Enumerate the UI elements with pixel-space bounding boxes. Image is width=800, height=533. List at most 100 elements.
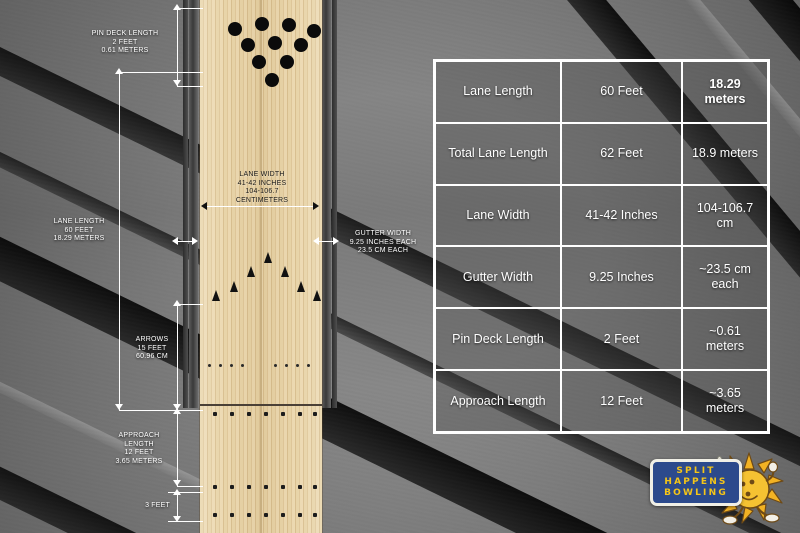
lane-arrow-5 (281, 266, 289, 277)
approach-dot (274, 364, 277, 367)
pin-deck-tick-top (177, 8, 203, 9)
table-cell-imperial: 60 Feet (562, 62, 683, 122)
table-cell-label: Gutter Width (436, 247, 562, 308)
approach-dot-row3 (213, 513, 217, 517)
approach-dot-row2 (281, 485, 285, 489)
gutter-right-arrowhead-right (333, 237, 339, 245)
approach-dot (208, 364, 211, 367)
lane-specifications-table: Lane Length 60 Feet 18.29 meters Total L… (433, 59, 770, 434)
arrows-tick-top (177, 304, 203, 305)
lane-length-dimension-line (119, 72, 120, 410)
three-feet-label: 3 FEET (145, 502, 170, 509)
lane-length-label: LANE LENGTH 60 FEET 18.29 METERS (53, 218, 105, 242)
table-cell-metric: ~0.61 meters (705, 324, 745, 354)
approach-arrowhead-top (173, 408, 181, 414)
foul-dot (247, 412, 251, 416)
table-row: Approach Length 12 Feet ~3.65 meters (436, 371, 767, 431)
pin-3 (280, 55, 294, 69)
pin-6 (294, 38, 308, 52)
approach-dot (307, 364, 310, 367)
approach-dot-row3 (281, 513, 285, 517)
approach-dot (241, 364, 244, 367)
foul-dot (213, 412, 217, 416)
logo-line-3: BOWLING (664, 488, 728, 498)
logo-line-1: SPLIT (676, 466, 716, 476)
split-happens-bowling-logo[interactable]: SPLIT HAPPENS BOWLING (650, 447, 790, 527)
table-cell-metric: ~23.5 cm each (699, 262, 751, 292)
gutter-left-arrowhead-right (192, 237, 198, 245)
pin-4 (241, 38, 255, 52)
lane-arrow-3 (247, 266, 255, 277)
table-cell-metric: 18.9 meters (691, 146, 758, 161)
lane-arrow-7 (313, 290, 321, 301)
approach-dot-row3 (230, 513, 234, 517)
table-cell-metric: 104-106.7 cm (696, 200, 754, 230)
pin-10 (307, 24, 321, 38)
pin-5 (268, 36, 282, 50)
table-cell-label: Pin Deck Length (436, 309, 562, 370)
three-feet-tick-bottom (168, 521, 203, 522)
logo-line-2: HAPPENS (664, 477, 728, 487)
pin-9 (282, 18, 296, 32)
lane-length-tick-bottom (119, 410, 203, 411)
approach-dot-row2 (264, 485, 268, 489)
approach-dot (219, 364, 222, 367)
arrows-arrowhead-top (173, 300, 181, 306)
table-cell-label: Total Lane Length (436, 123, 562, 184)
pin-1-headpin (265, 73, 279, 87)
lane-width-label: LANE WIDTH 41-42 INCHES 104-106.7 CENTIM… (235, 171, 289, 204)
lane-arrow-4 (264, 252, 272, 263)
gutter-right-arrowhead-left (313, 237, 319, 245)
approach-dot-row3 (313, 513, 317, 517)
lane-length-tick-top (119, 72, 203, 73)
pin-7 (228, 22, 242, 36)
foul-dot (230, 412, 234, 416)
pin-deck-arrowhead-top (173, 4, 181, 10)
approach-dot-row3 (264, 513, 268, 517)
approach-dot-row3 (247, 513, 251, 517)
pin-deck-dimension-line (177, 8, 178, 86)
gutter-rail-right (332, 0, 337, 408)
foul-dot (298, 412, 302, 416)
table-cell-metric: ~3.65 meters (705, 386, 745, 416)
table-row: Total Lane Length 62 Feet 18.9 meters (436, 123, 767, 186)
foul-dot (313, 412, 317, 416)
approach-length-label: APPROACH LENGTH 12 FEET 3.65 METERS (115, 432, 163, 465)
approach-dot (296, 364, 299, 367)
gutter-left (189, 0, 198, 408)
pin-deck-tick-bottom (177, 86, 203, 87)
table-row: Gutter Width 9.25 Inches ~23.5 cm each (436, 247, 767, 310)
foul-line (200, 404, 322, 406)
logo-text-plate: SPLIT HAPPENS BOWLING (650, 459, 742, 506)
table-row: Lane Length 60 Feet 18.29 meters (436, 62, 767, 124)
table-cell-imperial: 9.25 Inches (562, 247, 683, 308)
approach-dot-row3 (298, 513, 302, 517)
table-cell-label: Lane Length (436, 62, 562, 122)
arrows-label: ARROWS 15 FEET 60.96 CM (135, 336, 169, 360)
lane-surface (200, 0, 322, 533)
approach-dot (230, 364, 233, 367)
foul-dot (264, 412, 268, 416)
foul-dot (281, 412, 285, 416)
gutter-width-label: GUTTER WIDTH 9.25 INCHES EACH 23.5 CM EA… (349, 230, 417, 254)
table-cell-metric: 18.29 meters (704, 76, 746, 106)
approach-dot (285, 364, 288, 367)
gutter-right (322, 0, 331, 408)
lane-arrow-1 (212, 290, 220, 301)
approach-dot-row2 (213, 485, 217, 489)
lane-width-dimension-line (207, 206, 315, 207)
pin-2 (252, 55, 266, 69)
lane-arrow-6 (297, 281, 305, 292)
approach-tick-bottom (177, 486, 203, 487)
gutter-left-arrowhead-left (172, 237, 178, 245)
pin-8 (255, 17, 269, 31)
lane-length-arrowhead-top (115, 68, 123, 74)
pin-deck-length-label: PIN DECK LENGTH 2 FEET 0.61 METERS (91, 30, 159, 54)
approach-dot-row2 (313, 485, 317, 489)
table-cell-imperial: 2 Feet (562, 309, 683, 370)
table-cell-label: Lane Width (436, 185, 562, 246)
approach-dot-row2 (230, 485, 234, 489)
table-row: Lane Width 41-42 Inches 104-106.7 cm (436, 185, 767, 248)
table-row: Pin Deck Length 2 Feet ~0.61 meters (436, 309, 767, 372)
infographic-canvas: PIN DECK LENGTH 2 FEET 0.61 METERS LANE … (0, 0, 800, 533)
